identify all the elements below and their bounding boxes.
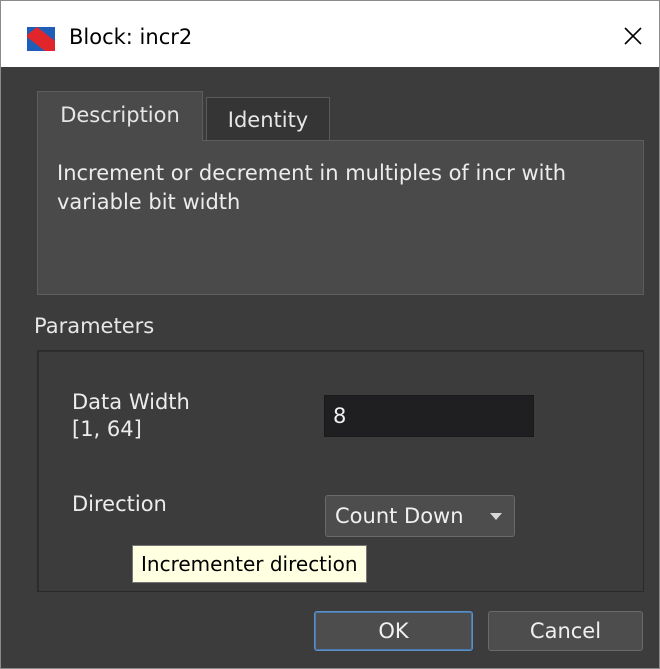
cancel-button[interactable]: Cancel [488, 611, 643, 651]
close-button[interactable] [613, 19, 653, 57]
parameters-heading: Parameters [34, 314, 155, 338]
direction-label: Direction [72, 492, 167, 516]
ok-button[interactable]: OK [314, 611, 473, 651]
block-editor-icon [27, 27, 55, 51]
close-icon [623, 26, 643, 50]
description-panel: Increment or decrement in multiples of i… [37, 140, 644, 295]
title-bar: Block: incr2 [1, 1, 659, 67]
direction-dropdown[interactable]: Count Down [325, 495, 515, 537]
dialog-window: Block: incr2 Description Identity Increm… [0, 0, 660, 669]
direction-selected-value: Count Down [335, 504, 464, 528]
data-width-label: Data Width [1, 64] [72, 390, 190, 441]
tab-identity[interactable]: Identity [206, 97, 330, 141]
window-title: Block: incr2 [69, 25, 193, 49]
direction-tooltip: Incrementer direction [132, 545, 367, 583]
description-text: Increment or decrement in multiples of i… [57, 161, 567, 214]
dialog-body: Description Identity Increment or decrem… [1, 67, 659, 668]
data-width-input[interactable] [324, 395, 534, 437]
tab-description[interactable]: Description [37, 91, 203, 141]
chevron-down-icon [490, 513, 502, 520]
